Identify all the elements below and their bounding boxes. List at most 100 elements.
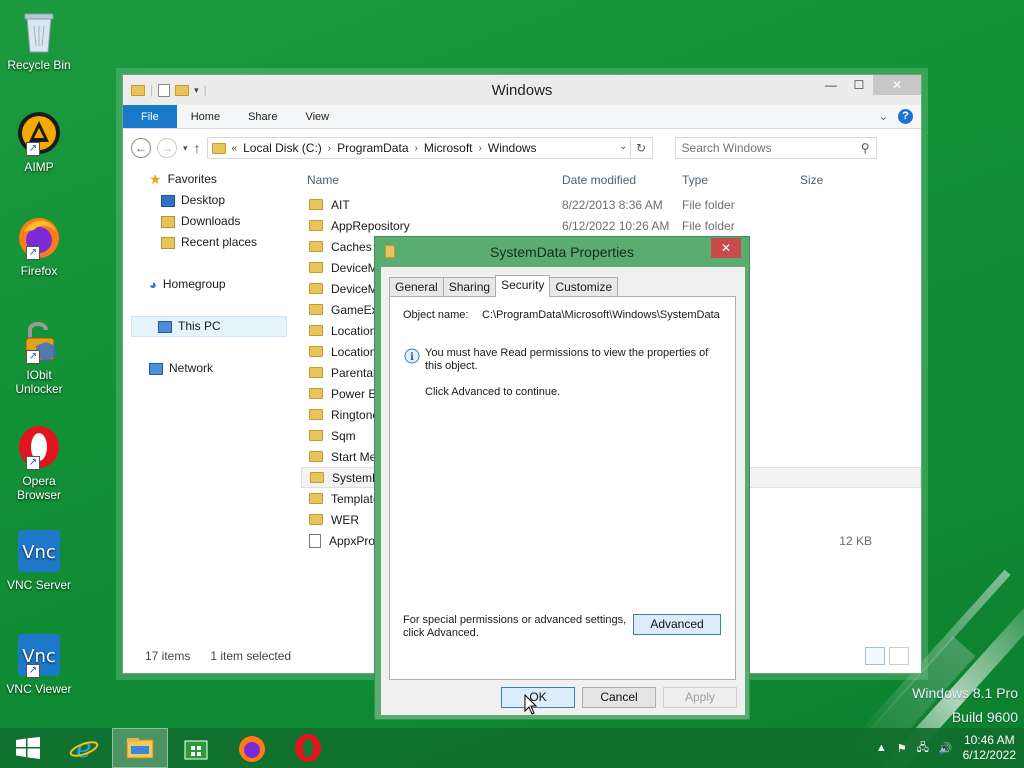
column-headers: Name Date modified Type Size [301,169,921,191]
svg-text:i: i [410,352,414,363]
nav-item-homegroup[interactable]: ◕ Homegroup [123,274,295,295]
desktop-icon-aimp[interactable]: ↗ AIMP [4,110,74,174]
breadcrumb-local-disk[interactable]: Local Disk (C:) [243,141,322,155]
taskbar-store[interactable] [168,728,224,768]
chevron-right-icon[interactable]: › [415,143,418,154]
nav-item-favorites[interactable]: ★ Favorites [123,169,295,190]
back-button[interactable]: ← [131,138,151,158]
downloads-icon [161,215,175,228]
chevron-right-icon[interactable]: › [328,143,331,154]
file-icon [309,533,321,548]
tab-security[interactable]: Security [495,275,551,297]
cancel-button[interactable]: Cancel [582,687,656,708]
column-type[interactable]: Type [682,173,800,187]
file-row[interactable]: AIT 8/22/2013 8:36 AM File folder [301,194,921,215]
address-bar[interactable]: « Local Disk (C:) › ProgramData › Micros… [206,137,653,159]
tab-sharing[interactable]: Sharing [442,277,497,297]
desktop-icon-vnc-server[interactable]: Vnc VNC Server [4,528,74,592]
folder-icon [309,409,323,420]
tab-customize[interactable]: Customize [549,277,619,297]
internet-explorer-icon: e [69,734,99,763]
nav-item-this-pc[interactable]: This PC [131,316,287,337]
folder-icon [310,472,324,483]
tab-view[interactable]: View [291,105,343,128]
nav-item-network[interactable]: Network [123,358,295,379]
file-name: Template [331,491,380,506]
taskbar-file-explorer[interactable] [112,728,168,768]
firefox-icon [239,736,265,762]
show-hidden-icons-icon[interactable]: ▲ [876,742,887,754]
tab-general[interactable]: General [389,277,444,297]
tab-share[interactable]: Share [234,105,291,128]
taskbar-opera[interactable] [280,728,336,768]
refresh-icon[interactable]: ↻ [629,138,652,158]
help-icon[interactable]: ? [898,109,913,124]
desktop-icon-label: Firefox [20,264,58,278]
action-center-flag-icon[interactable]: ⚑ [897,742,907,755]
desktop-icon-opera[interactable]: ↗ Opera Browser [4,424,74,502]
desktop-icon-label: VNC Server [6,578,71,592]
apply-button[interactable]: Apply [663,687,737,708]
breadcrumb-programdata[interactable]: ProgramData [337,141,408,155]
desktop-icon-recycle-bin[interactable]: Recycle Bin [4,8,74,72]
column-name[interactable]: Name [301,173,562,187]
nav-item-recent-places[interactable]: Recent places [123,232,295,253]
desktop-icon-vnc-viewer[interactable]: Vnc ↗ VNC Viewer [4,632,74,696]
nav-item-desktop[interactable]: Desktop [123,190,295,211]
recent-locations-icon[interactable]: ▾ [183,143,188,154]
explorer-titlebar[interactable]: | ▾ | Windows — ☐ ✕ [123,75,921,105]
folder-icon [309,283,323,294]
nav-item-downloads[interactable]: Downloads [123,211,295,232]
chevron-right-icon[interactable]: › [479,143,482,154]
advanced-button[interactable]: Advanced [633,614,721,635]
expand-ribbon-icon[interactable]: ⌄ [879,110,888,123]
folder-icon [309,493,323,504]
ribbon-tabs: File Home Share View ⌄ ? [123,105,921,129]
dialog-titlebar[interactable]: SystemData Properties ✕ [375,237,749,265]
folder-icon [309,514,323,525]
address-dropdown-icon[interactable]: ⌄ [619,141,627,152]
network-icon[interactable]: 🖧 [917,739,929,758]
taskbar-firefox[interactable] [224,728,280,768]
column-size[interactable]: Size [800,173,872,187]
volume-icon[interactable]: 🔊 [939,742,953,755]
desktop-icon-iobit-unlocker[interactable]: ↗ IObit Unlocker [4,318,74,396]
large-icons-view-button[interactable] [889,647,909,665]
star-icon: ★ [149,171,162,187]
breadcrumb-windows[interactable]: Windows [488,141,537,155]
file-row[interactable]: AppRepository 6/12/2022 10:26 AM File fold… [301,215,921,236]
details-view-button[interactable] [865,647,885,665]
maximize-button[interactable]: ☐ [845,75,873,95]
dialog-title: SystemData Properties [490,244,634,260]
file-name: Caches [331,239,372,254]
column-date[interactable]: Date modified [562,173,682,187]
search-input[interactable] [681,141,842,155]
network-icon [149,362,163,375]
clock-time: 10:46 AM [963,733,1015,747]
shortcut-arrow-icon: ↗ [26,142,40,156]
address-overflow[interactable]: « [232,143,238,154]
dialog-close-button[interactable]: ✕ [711,238,741,258]
start-button[interactable] [0,728,56,768]
up-button[interactable]: ↑ [194,140,201,156]
windows-logo-icon [16,737,40,759]
taskbar: e ▲ ⚑ 🖧 🔊 10:46 AM 6/12/2022 [0,728,1024,768]
search-box[interactable]: ⚲ [674,137,877,159]
search-icon[interactable]: ⚲ [861,141,870,155]
folder-icon [309,220,323,231]
desktop-icon-label: VNC Viewer [6,682,72,696]
opera-icon [295,734,321,762]
clock[interactable]: 10:46 AM 6/12/2022 [963,733,1016,763]
homegroup-icon: ◕ [149,277,157,292]
os-watermark: Windows 8.1 Pro [912,685,1018,701]
tab-home[interactable]: Home [177,105,234,128]
taskbar-internet-explorer[interactable]: e [56,728,112,768]
close-button[interactable]: ✕ [873,75,921,95]
ok-button[interactable]: OK [501,687,575,708]
breadcrumb-microsoft[interactable]: Microsoft [424,141,473,155]
desktop-icon-firefox[interactable]: ↗ Firefox [4,214,74,278]
minimize-button[interactable]: — [817,75,845,95]
tab-file[interactable]: File [123,105,177,128]
file-name: Parental [331,365,376,380]
forward-button[interactable]: → [157,138,177,158]
